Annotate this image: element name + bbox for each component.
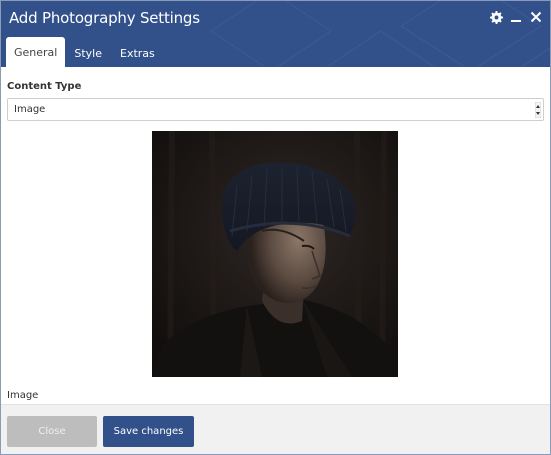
- window-controls: [486, 7, 546, 27]
- select-arrows-icon: [535, 102, 541, 118]
- close-button[interactable]: Close: [7, 416, 97, 447]
- settings-dialog: Add Photography Settings General Style E…: [0, 0, 551, 455]
- tab-bar: General Style Extras: [6, 37, 164, 67]
- content-type-select[interactable]: Image: [7, 98, 544, 121]
- tab-general[interactable]: General: [6, 37, 66, 67]
- save-changes-button[interactable]: Save changes: [103, 416, 194, 447]
- dialog-title: Add Photography Settings: [9, 9, 200, 27]
- content-type-label: Content Type: [7, 81, 82, 92]
- image-field-label: Image: [7, 390, 39, 401]
- content-type-value: Image: [14, 104, 46, 115]
- dialog-header: Add Photography Settings General Style E…: [1, 1, 550, 67]
- dialog-footer: Close Save changes: [1, 404, 550, 454]
- tab-extras[interactable]: Extras: [111, 39, 164, 67]
- gear-icon[interactable]: [486, 7, 506, 27]
- close-icon[interactable]: [526, 7, 546, 27]
- minimize-icon[interactable]: [506, 7, 526, 27]
- portrait-image: [152, 131, 398, 377]
- tab-style[interactable]: Style: [65, 39, 111, 67]
